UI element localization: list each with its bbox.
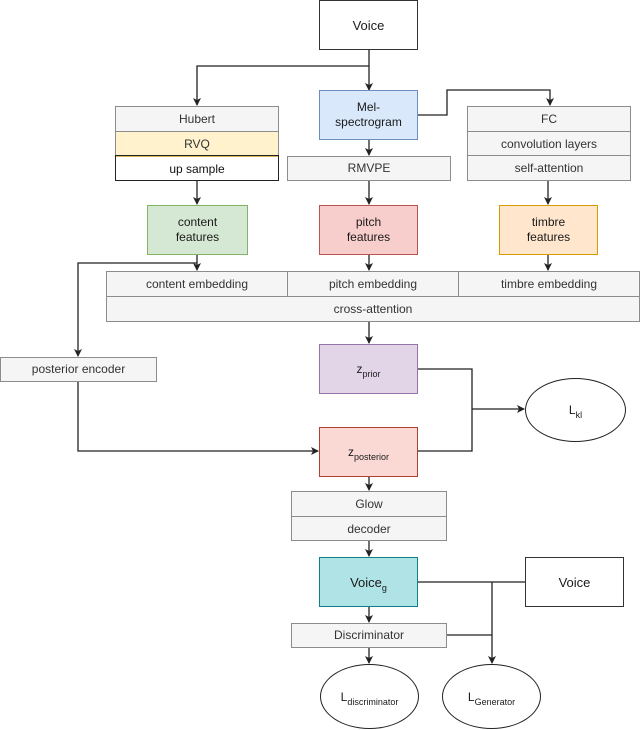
l-generator-base: L xyxy=(467,689,475,704)
mel-label-line2: spectrogram xyxy=(335,115,402,129)
voice-input-label: Voice xyxy=(352,17,385,33)
posterior-encoder-node: posterior encoder xyxy=(0,357,157,382)
l-generator-node: LGenerator xyxy=(442,664,541,729)
pitch-features-node: pitch features xyxy=(319,205,418,255)
voice-g-sub: g xyxy=(381,582,387,593)
upsample-label: up sample xyxy=(169,161,225,176)
l-kl-label: Lkl xyxy=(568,403,583,420)
voice-g-base: Voice xyxy=(350,574,382,590)
embedding-block: content embedding pitch embedding timbre… xyxy=(106,271,640,322)
discriminator-node: Discriminator xyxy=(291,623,447,648)
z-posterior-label: zposterior xyxy=(348,445,389,462)
fc-label: FC xyxy=(541,112,557,126)
rmvpe-node: RMVPE xyxy=(287,156,451,181)
pitch-features-line1: pitch xyxy=(355,215,382,229)
l-discriminator-node: Ldiscriminator xyxy=(320,664,419,729)
pitch-embedding-cell: pitch embedding xyxy=(288,272,459,296)
rvq-label: RVQ xyxy=(184,137,210,151)
l-generator-label: LGenerator xyxy=(467,689,516,707)
l-discriminator-sub: discriminator xyxy=(347,696,399,707)
voice-g-label: Voiceg xyxy=(350,574,387,593)
content-embedding-label: content embedding xyxy=(145,276,249,291)
discriminator-label: Discriminator xyxy=(333,628,404,642)
l-kl-base: L xyxy=(568,403,576,417)
l-kl-sub: kl xyxy=(575,410,583,420)
l-discriminator-label: Ldiscriminator xyxy=(341,690,399,707)
z-posterior-sub: posterior xyxy=(353,451,389,462)
z-prior-label: zprior xyxy=(356,362,381,379)
voice-input-node: Voice xyxy=(319,0,418,50)
self-attention-label: self-attention xyxy=(514,161,584,175)
timbre-embedding-label: timbre embedding xyxy=(500,276,598,291)
l-generator-sub: Generator xyxy=(474,696,516,707)
z-prior-sub: prior xyxy=(362,368,381,379)
glow-row: Glow xyxy=(292,492,446,517)
pitch-embedding-label: pitch embedding xyxy=(328,276,418,291)
pitch-features-line2: features xyxy=(346,230,391,244)
upsample-row: up sample xyxy=(116,157,278,180)
convolution-label: convolution layers xyxy=(500,136,598,151)
content-features-line2: features xyxy=(175,230,220,244)
glow-label: Glow xyxy=(355,497,383,511)
z-prior-node: zprior xyxy=(319,344,418,394)
mel-label-line1: Mel- xyxy=(356,100,381,114)
rvq-row: RVQ xyxy=(116,132,278,157)
hubert-row: Hubert xyxy=(116,107,278,132)
cross-attention-label: cross-attention xyxy=(333,301,413,316)
timbre-features-line1: timbre xyxy=(531,215,566,229)
glow-decoder-stack: Glow decoder xyxy=(291,491,447,541)
timbre-embedding-cell: timbre embedding xyxy=(459,272,639,296)
timbre-features-node: timbre features xyxy=(499,205,598,255)
voice-g-node: Voiceg xyxy=(319,557,418,607)
decoder-row: decoder xyxy=(292,517,446,540)
edge-posterior-encoder-zposterior xyxy=(77,382,319,455)
convolution-row: convolution layers xyxy=(468,132,630,156)
edge-zprior-lkl xyxy=(418,368,473,452)
cross-attention-cell: cross-attention xyxy=(107,297,639,321)
posterior-encoder-label: posterior encoder xyxy=(31,362,126,376)
hubert-stack: Hubert RVQ up sample xyxy=(115,106,279,181)
voice-reference-label: Voice xyxy=(558,574,591,590)
timbre-features-line2: features xyxy=(526,230,571,244)
content-embedding-cell: content embedding xyxy=(107,272,288,296)
hubert-label: Hubert xyxy=(178,112,216,126)
self-attention-row: self-attention xyxy=(468,156,630,180)
decoder-label: decoder xyxy=(347,521,391,536)
fc-row: FC xyxy=(468,107,630,132)
l-kl-node: Lkl xyxy=(525,378,626,442)
z-posterior-node: zposterior xyxy=(319,427,418,477)
content-features-line1: content xyxy=(177,215,218,229)
rmvpe-label: RMVPE xyxy=(347,161,391,175)
content-features-node: content features xyxy=(147,205,248,255)
embedding-row: content embedding pitch embedding timbre… xyxy=(107,272,639,297)
mel-spectrogram-node: Mel- spectrogram xyxy=(319,90,418,140)
voice-reference-node: Voice xyxy=(525,557,624,607)
timbre-encoder-stack: FC convolution layers self-attention xyxy=(467,106,631,181)
